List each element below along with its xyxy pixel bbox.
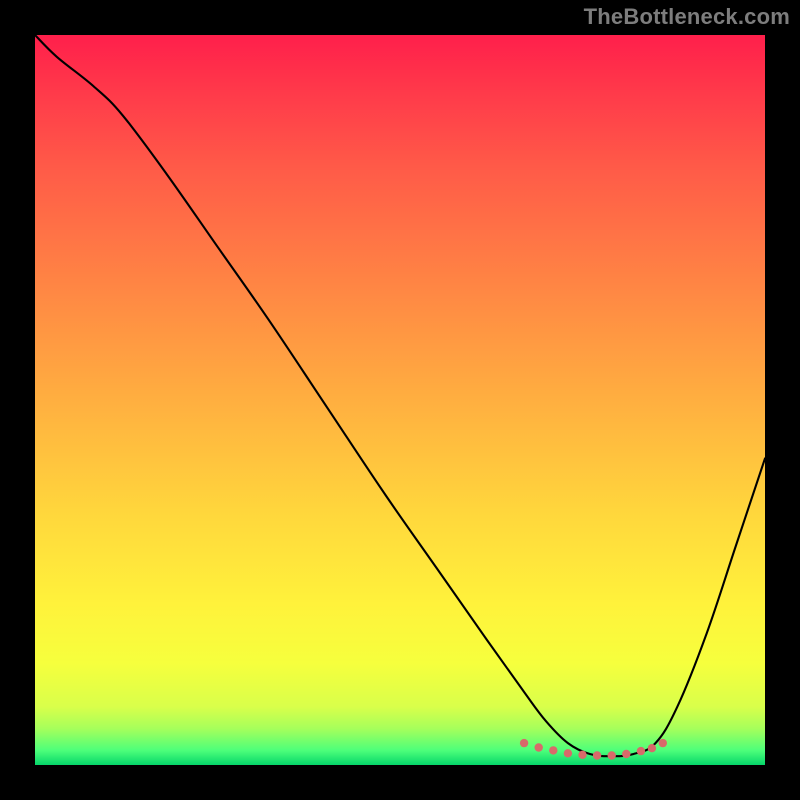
curve-svg [35,35,765,765]
highlight-dot [648,744,656,752]
highlight-dot [535,743,543,751]
plot-area [35,35,765,765]
highlight-dot [659,739,667,747]
highlight-dot [622,750,630,758]
highlight-dot [637,747,645,755]
bottleneck-curve [35,35,765,756]
highlight-dot [564,749,572,757]
highlight-dot [549,746,557,754]
highlight-dot [578,751,586,759]
chart-canvas: TheBottleneck.com [0,0,800,800]
highlight-dot [608,751,616,759]
highlight-dot [593,751,601,759]
highlight-dot [520,739,528,747]
highlight-dots [520,739,667,760]
watermark-text: TheBottleneck.com [584,4,790,30]
